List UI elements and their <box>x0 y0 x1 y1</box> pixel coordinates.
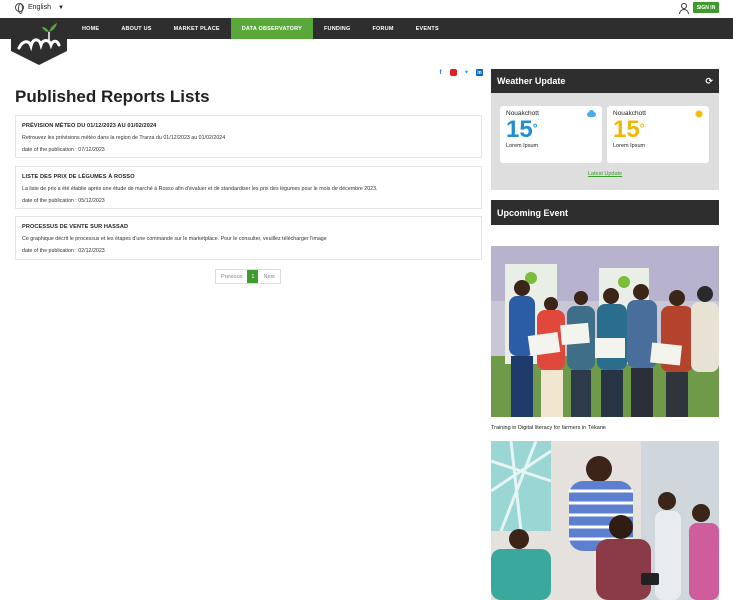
site-logo[interactable] <box>9 18 69 65</box>
linkedin-icon[interactable]: in <box>476 69 483 76</box>
weather-description: Lorem Ipsum <box>506 143 539 149</box>
globe-icon <box>15 3 24 14</box>
weather-card: Nouakchott 15° Lorem Ipsum <box>500 106 602 163</box>
weather-widget: Nouakchott 15° Lorem Ipsum Nouakchott 15… <box>491 93 719 190</box>
social-links: f ✦ in <box>437 69 483 76</box>
event-photo[interactable] <box>491 441 719 600</box>
chevron-down-icon: ▼ <box>57 4 64 11</box>
report-item[interactable]: PROCESSUS DE VENTE SUR HASSAD Ce graphiq… <box>15 216 482 260</box>
weather-temperature: 15° <box>506 116 538 143</box>
sun-icon <box>696 111 702 117</box>
report-date: date of the publication : 02/12/2023 <box>22 248 105 254</box>
cloud-icon <box>587 110 596 117</box>
event-caption[interactable]: Training in Digital literacy for farmers… <box>491 425 606 431</box>
weather-widget-header: Weather Update ⟳ <box>491 69 719 93</box>
report-description: Ce graphique décrit le processus et les … <box>22 236 327 242</box>
pagination-previous[interactable]: Previous <box>216 270 247 283</box>
report-date: date of the publication : 05/12/2023 <box>22 198 105 204</box>
user-icon[interactable] <box>679 3 689 14</box>
upcoming-event-header: Upcoming Event <box>491 200 719 225</box>
nav-item-forum[interactable]: FORUM <box>361 18 404 39</box>
facebook-icon[interactable]: f <box>437 69 444 76</box>
pagination: Previous 1 Next <box>215 269 281 284</box>
report-item[interactable]: PRÉVISION MÉTEO DU 01/12/2023 AU 01/02/2… <box>15 115 482 158</box>
language-selector[interactable]: English ▼ <box>15 3 64 14</box>
sign-in-button[interactable]: SIGN IN <box>693 2 719 13</box>
language-label: English <box>28 4 51 11</box>
event-photo[interactable] <box>491 246 719 417</box>
report-description: La liste de prix a été établie après une… <box>22 186 378 192</box>
nav-item-home[interactable]: HOME <box>71 18 110 39</box>
weather-description: Lorem Ipsum <box>613 143 646 149</box>
report-description: Retrouvez les prévisions météo dans la r… <box>22 135 226 141</box>
refresh-icon[interactable]: ⟳ <box>705 76 713 87</box>
report-title[interactable]: PROCESSUS DE VENTE SUR HASSAD <box>22 224 475 230</box>
page-title: Published Reports Lists <box>15 87 210 106</box>
twitter-icon[interactable]: ✦ <box>463 69 470 76</box>
nav-item-data-observatory[interactable]: DATA OBSERVATORY <box>230 18 313 39</box>
weather-temperature: 15° <box>613 116 645 143</box>
latest-update-link[interactable]: Latest Update <box>491 171 719 177</box>
weather-card: Nouakchott 15° Lorem Ipsum <box>607 106 709 163</box>
pagination-page-1[interactable]: 1 <box>247 270 259 283</box>
nav-item-funding[interactable]: FUNDING <box>313 18 361 39</box>
nav-item-events[interactable]: EVENTS <box>405 18 450 39</box>
main-nav: HOME ABOUT US MARKET PLACE DATA OBSERVAT… <box>0 18 733 39</box>
report-item[interactable]: LISTE DES PRIX DE LÉGUMES À ROSSO La lis… <box>15 166 482 209</box>
weather-title: Weather Update <box>497 76 566 86</box>
nav-item-market-place[interactable]: MARKET PLACE <box>163 18 231 39</box>
top-bar: English ▼ SIGN IN <box>0 0 733 17</box>
youtube-icon[interactable] <box>450 69 457 76</box>
nav-item-about-us[interactable]: ABOUT US <box>110 18 162 39</box>
report-title[interactable]: LISTE DES PRIX DE LÉGUMES À ROSSO <box>22 174 475 180</box>
pagination-next[interactable]: Next <box>258 270 279 283</box>
report-title[interactable]: PRÉVISION MÉTEO DU 01/12/2023 AU 01/02/2… <box>22 123 475 129</box>
report-date: date of the publication : 07/12/2023 <box>22 147 105 153</box>
